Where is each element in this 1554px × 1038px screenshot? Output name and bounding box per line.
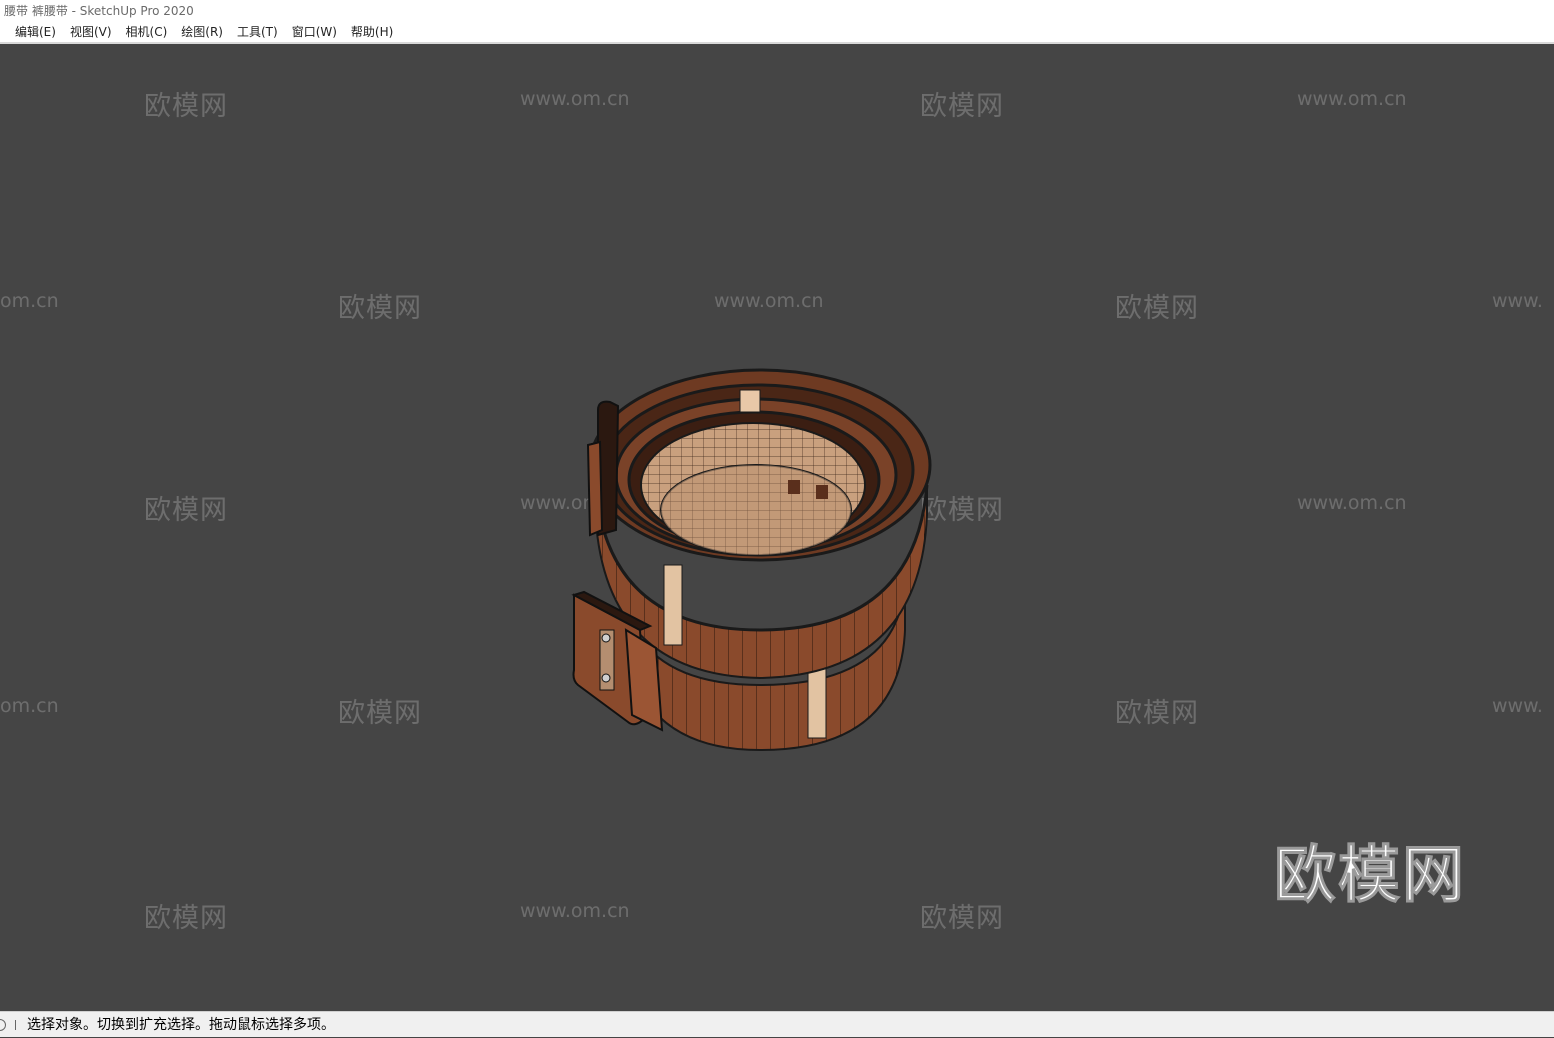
watermark-brand: 欧模网 bbox=[1115, 293, 1199, 324]
menu-camera[interactable]: 相机(C) bbox=[119, 22, 175, 42]
watermark-url: www.om.cn bbox=[1297, 492, 1407, 514]
menu-window[interactable]: 窗口(W) bbox=[285, 22, 344, 42]
menu-bar: 编辑(E) 视图(V) 相机(C) 绘图(R) 工具(T) 窗口(W) 帮助(H… bbox=[0, 22, 1554, 42]
watermark-brand: 欧模网 bbox=[920, 91, 1004, 122]
watermark-url: www. bbox=[1492, 290, 1543, 312]
menu-edit[interactable]: 编辑(E) bbox=[8, 22, 63, 42]
watermark-brand: 欧模网 bbox=[338, 698, 422, 729]
menu-view[interactable]: 视图(V) bbox=[63, 22, 119, 42]
watermark-brand: 欧模网 bbox=[144, 903, 228, 934]
watermark-url: om.cn bbox=[0, 695, 59, 717]
watermark-url: www.om.cn bbox=[520, 900, 630, 922]
menu-draw[interactable]: 绘图(R) bbox=[174, 22, 230, 42]
watermark-url: www.om.cn bbox=[520, 88, 630, 110]
watermark-logo: 欧模网 bbox=[1273, 838, 1467, 912]
watermark-brand: 欧模网 bbox=[144, 91, 228, 122]
watermark-brand: 欧模网 bbox=[338, 293, 422, 324]
status-bar: 选择对象。切换到扩充选择。拖动鼠标选择多项。 bbox=[0, 1011, 1554, 1037]
belt-stripe bbox=[663, 564, 683, 646]
watermark-brand: 欧模网 bbox=[144, 495, 228, 526]
title-bar: 腰带 裤腰带 - SketchUp Pro 2020 bbox=[0, 0, 1554, 22]
menu-help[interactable]: 帮助(H) bbox=[344, 22, 400, 42]
watermark-url: www.om.cn bbox=[1297, 88, 1407, 110]
status-divider bbox=[15, 1020, 16, 1030]
belt-model[interactable] bbox=[560, 330, 950, 770]
watermark-url: om.cn bbox=[0, 290, 59, 312]
watermark-brand: 欧模网 bbox=[920, 903, 1004, 934]
belt-stripe bbox=[807, 662, 827, 739]
status-indicator-icon[interactable] bbox=[0, 1019, 6, 1031]
watermark-url: www.om.cn bbox=[714, 290, 824, 312]
menu-tools[interactable]: 工具(T) bbox=[230, 22, 285, 42]
watermark-brand: 欧模网 bbox=[1115, 698, 1199, 729]
status-text: 选择对象。切换到扩充选择。拖动鼠标选择多项。 bbox=[27, 1017, 335, 1033]
window-title: 腰带 裤腰带 - SketchUp Pro 2020 bbox=[4, 4, 194, 18]
watermark-url: www. bbox=[1492, 695, 1543, 717]
